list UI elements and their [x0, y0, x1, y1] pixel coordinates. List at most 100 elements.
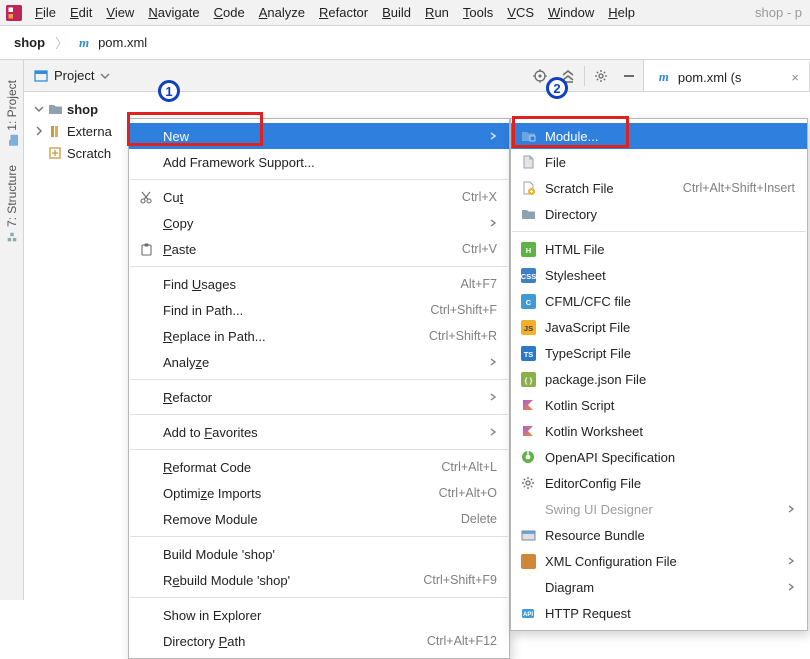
tree-node-label: Scratch	[67, 146, 111, 161]
menu-refactor[interactable]: Refactor	[312, 2, 375, 23]
maven-icon: m	[76, 35, 92, 51]
menu-vcs[interactable]: VCS	[500, 2, 541, 23]
new-menu-item-typescript-file[interactable]: TSTypeScript File	[511, 340, 807, 366]
menu-file[interactable]: File	[28, 2, 63, 23]
menu-item-shortcut: Ctrl+Alt+O	[439, 486, 497, 500]
menu-item-label: HTTP Request	[545, 606, 795, 621]
submenu-arrow-icon	[489, 355, 497, 370]
toolwindow-structure-tab[interactable]: 7: Structure	[5, 165, 19, 243]
new-menu-item-http-request[interactable]: HTTP Request	[511, 600, 807, 626]
menu-window[interactable]: Window	[541, 2, 601, 23]
new-menu-item-kotlin-script[interactable]: Kotlin Script	[511, 392, 807, 418]
project-menu-item-optimize-imports[interactable]: Optimize ImportsCtrl+Alt+O	[129, 480, 509, 506]
new-menu-item-package-json-file[interactable]: { }package.json File	[511, 366, 807, 392]
cf-icon: C	[519, 294, 537, 309]
new-menu-item-editorconfig-file[interactable]: EditorConfig File	[511, 470, 807, 496]
new-menu-item-directory[interactable]: Directory	[511, 201, 807, 227]
project-menu-item-show-in-explorer[interactable]: Show in Explorer	[129, 602, 509, 628]
project-menu-item-reformat-code[interactable]: Reformat CodeCtrl+Alt+L	[129, 454, 509, 480]
new-menu-item-cfml-cfc-file[interactable]: C CFML/CFC file	[511, 288, 807, 314]
breadcrumb-file[interactable]: pom.xml	[98, 35, 147, 50]
new-menu-item-file[interactable]: File	[511, 149, 807, 175]
menu-analyze[interactable]: Analyze	[252, 2, 312, 23]
new-menu-item-module[interactable]: Module...	[511, 123, 807, 149]
tree-node-label: Externa	[67, 124, 112, 139]
app-icon	[6, 5, 22, 21]
menu-navigate[interactable]: Navigate	[141, 2, 206, 23]
project-menu-item-analyze[interactable]: Analyze	[129, 349, 509, 375]
main-menubar: FileEditViewNavigateCodeAnalyzeRefactorB…	[0, 0, 810, 26]
project-icon	[34, 69, 48, 83]
toolwindow-options-button[interactable]	[587, 60, 615, 91]
menu-item-shortcut: Ctrl+Alt+Shift+Insert	[683, 181, 795, 195]
submenu-arrow-icon	[489, 425, 497, 440]
menu-item-label: XML Configuration File	[545, 554, 779, 569]
menu-item-label: CFML/CFC file	[545, 294, 795, 309]
new-menu-item-html-file[interactable]: HHTML File	[511, 236, 807, 262]
context-menu-project[interactable]: New Add Framework Support... CutCtrl+XCopy…	[128, 118, 510, 659]
menu-tools[interactable]: Tools	[456, 2, 500, 23]
project-menu-item-directory-path[interactable]: Directory PathCtrl+Alt+F12	[129, 628, 509, 654]
project-menu-item-cut[interactable]: CutCtrl+X	[129, 184, 509, 210]
menu-item-label: Add to Favorites	[163, 425, 481, 440]
menu-item-label: Kotlin Script	[545, 398, 795, 413]
menu-item-label: Analyze	[163, 355, 481, 370]
new-menu-item-kotlin-worksheet[interactable]: Kotlin Worksheet	[511, 418, 807, 444]
new-menu-item-diagram[interactable]: Diagram	[511, 574, 807, 600]
menu-item-shortcut: Ctrl+V	[462, 242, 497, 256]
project-menu-item-find-in-path[interactable]: Find in Path...Ctrl+Shift+F	[129, 297, 509, 323]
submenu-arrow-icon	[787, 580, 795, 595]
cut-icon	[137, 190, 155, 204]
new-menu-item-javascript-file[interactable]: JSJavaScript File	[511, 314, 807, 340]
project-menu-item-add-framework-support[interactable]: Add Framework Support...	[129, 149, 509, 175]
menu-help[interactable]: Help	[601, 2, 642, 23]
project-menu-item-build-module-shop[interactable]: Build Module 'shop'	[129, 541, 509, 567]
toolwindow-project-tab[interactable]: 1: Project	[5, 80, 19, 147]
project-view-combo[interactable]: Project	[24, 60, 120, 91]
new-menu-item-stylesheet[interactable]: CSSStylesheet	[511, 262, 807, 288]
kotlin-icon	[519, 424, 537, 438]
step-badge-2: 2	[546, 77, 568, 99]
folder-icon	[519, 207, 537, 222]
menu-view[interactable]: View	[99, 2, 141, 23]
new-menu-item-scratch-file[interactable]: Scratch FileCtrl+Alt+Shift+Insert	[511, 175, 807, 201]
menu-item-label: Build Module 'shop'	[163, 547, 497, 562]
svg-text:CSS: CSS	[521, 272, 536, 281]
project-menu-item-find-usages[interactable]: Find UsagesAlt+F7	[129, 271, 509, 297]
project-menu-item-add-to-favorites[interactable]: Add to Favorites	[129, 419, 509, 445]
project-menu-item-refactor[interactable]: Refactor	[129, 384, 509, 410]
project-menu-item-new[interactable]: New	[129, 123, 509, 149]
kotlin-icon	[519, 398, 537, 412]
project-menu-item-copy[interactable]: Copy	[129, 210, 509, 236]
editor-tab-pom[interactable]: m pom.xml (s ×	[644, 60, 810, 91]
menu-run[interactable]: Run	[418, 2, 456, 23]
project-menu-item-remove-module[interactable]: Remove ModuleDelete	[129, 506, 509, 532]
new-menu-item-openapi-specification[interactable]: OpenAPI Specification	[511, 444, 807, 470]
project-menu-item-paste[interactable]: Paste Ctrl+V	[129, 236, 509, 262]
hide-toolwindow-button[interactable]	[615, 60, 643, 91]
chevron-down-icon[interactable]	[34, 104, 44, 114]
new-menu-item-resource-bundle[interactable]: Resource Bundle	[511, 522, 807, 548]
menu-item-label: Kotlin Worksheet	[545, 424, 795, 439]
menu-code[interactable]: Code	[207, 2, 252, 23]
menu-edit[interactable]: Edit	[63, 2, 99, 23]
project-menu-item-replace-in-path[interactable]: Replace in Path...Ctrl+Shift+R	[129, 323, 509, 349]
new-menu-item-xml-configuration-file[interactable]: XML Configuration File	[511, 548, 807, 574]
menu-separator	[130, 449, 508, 450]
context-menu-new[interactable]: Module... File Scratch FileCtrl+Alt+Shift+…	[510, 118, 808, 631]
chevron-right-icon[interactable]	[34, 126, 44, 136]
close-tab-button[interactable]: ×	[789, 70, 801, 85]
breadcrumb-root[interactable]: shop	[14, 35, 45, 50]
menu-item-label: Find in Path...	[163, 303, 404, 318]
tree-row-shop[interactable]: shop	[24, 98, 274, 120]
menu-item-label: New	[163, 129, 481, 144]
menu-item-label: Show in Explorer	[163, 608, 497, 623]
menu-item-label: Paste	[163, 242, 436, 257]
menu-item-label: Remove Module	[163, 512, 435, 527]
svg-text:H: H	[525, 246, 530, 255]
step-badge-1: 1	[158, 80, 180, 102]
menu-build[interactable]: Build	[375, 2, 418, 23]
project-menu-item-rebuild-module-shop[interactable]: Rebuild Module 'shop'Ctrl+Shift+F9	[129, 567, 509, 593]
menu-item-label: Swing UI Designer	[545, 502, 779, 517]
menu-item-label: File	[545, 155, 795, 170]
